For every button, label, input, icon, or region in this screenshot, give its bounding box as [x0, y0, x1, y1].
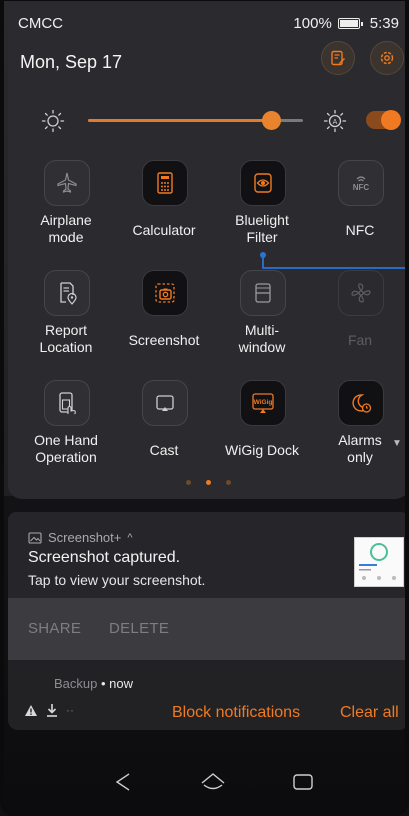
tile-report-location[interactable]: Report Location [18, 270, 114, 380]
status-right: 100% 5:39 [293, 15, 399, 32]
edit-button[interactable] [321, 41, 355, 75]
eye-icon [240, 160, 286, 206]
multi-window-icon [240, 270, 286, 316]
tile-fan: Fan [312, 270, 405, 380]
brightness-slider-fill [88, 119, 271, 122]
alarm-icon [338, 380, 384, 426]
brightness-slider[interactable] [88, 111, 303, 130]
brightness-row: A [8, 102, 405, 142]
home-button[interactable] [198, 767, 228, 797]
status-bar: CMCC 100% 5:39 [8, 2, 405, 42]
notification-header: Screenshot+ ^ [28, 530, 133, 545]
tile-label: NFC [345, 222, 375, 238]
tile-calculator[interactable]: Calculator [116, 160, 212, 270]
tile-label: Calculator [132, 222, 196, 238]
warning-icon [25, 704, 37, 716]
tile-airplane-mode[interactable]: Airplane mode [18, 160, 114, 270]
expand-caret-icon[interactable]: ▼ [392, 438, 402, 449]
tile-label: WiGig Dock [225, 442, 299, 458]
more-dots-icon: ·· [66, 703, 74, 717]
fan-icon [338, 270, 384, 316]
clock: 5:39 [369, 15, 399, 32]
tile-label: Airplane mode [40, 212, 92, 245]
home-icon [201, 773, 225, 790]
quick-settings-panel: CMCC 100% 5:39 Mon, Sep 17 A Airplane mo… [8, 2, 405, 499]
tile-multi-window[interactable]: Multi- window [214, 270, 310, 380]
brightness-low-icon [41, 109, 65, 133]
tile-label: Fan [347, 332, 373, 348]
tile-label: Report Location [39, 322, 93, 355]
navigation-bar [8, 747, 401, 816]
wigig-logo-text: WiGig [254, 399, 273, 406]
notification-text: Tap to view your screenshot. [28, 572, 206, 588]
svg-text:NFC: NFC [353, 183, 370, 192]
carrier-label: CMCC [18, 15, 63, 32]
backup-time: now [109, 676, 134, 691]
notification-title: Screenshot captured. [28, 549, 181, 566]
tile-label: Multi- window [238, 322, 286, 355]
block-notifications-button[interactable]: Block notifications [172, 704, 300, 722]
backup-notification[interactable]: Backup • now ·· Block notifications Clea… [8, 660, 405, 730]
tile-label: Bluelight Filter [235, 212, 289, 245]
gear-icon [380, 51, 394, 65]
back-button[interactable] [108, 767, 138, 797]
tile-label: Cast [149, 442, 179, 458]
phone-screen: CMCC 100% 5:39 Mon, Sep 17 A Airplane mo… [0, 0, 409, 816]
clear-all-button[interactable]: Clear all [340, 704, 399, 722]
tile-wigig-dock[interactable]: WiGig WiGig Dock [214, 380, 310, 490]
date-label: Mon, Sep 17 [20, 52, 123, 72]
recents-icon [293, 774, 313, 790]
page-dot[interactable] [186, 480, 191, 485]
report-location-icon [44, 270, 90, 316]
one-hand-icon [44, 380, 90, 426]
back-icon [115, 773, 130, 791]
nfc-icon: NFC [338, 160, 384, 206]
brightness-slider-thumb[interactable] [261, 111, 281, 130]
backup-header: Backup • now [54, 676, 134, 691]
download-icon [47, 704, 57, 717]
recents-button[interactable] [288, 767, 318, 797]
chevron-up-icon[interactable]: ^ [127, 532, 132, 544]
auto-brightness-icon: A [323, 109, 347, 133]
page-dot[interactable] [226, 480, 231, 485]
wigig-icon: WiGig [240, 380, 286, 426]
tile-bluelight-filter[interactable]: Bluelight Filter [214, 160, 310, 270]
tile-label: Screenshot [128, 332, 200, 348]
tile-label: One Hand Operation [34, 432, 98, 465]
screenshot-icon [142, 270, 188, 316]
airplane-icon [44, 160, 90, 206]
battery-percent: 100% [293, 15, 332, 32]
tile-alarms-only[interactable]: Alarms only [312, 380, 405, 490]
settings-button[interactable] [370, 41, 404, 75]
svg-text:A: A [333, 119, 338, 126]
tile-nfc[interactable]: NFC NFC [312, 160, 405, 270]
auto-brightness-toggle[interactable] [366, 110, 401, 130]
screenshot-notification[interactable]: Screenshot+ ^ Screenshot captured. Tap t… [8, 512, 405, 660]
delete-button[interactable]: DELETE [109, 620, 169, 637]
screenshot-thumbnail[interactable] [354, 537, 404, 587]
notification-app-name: Screenshot+ [48, 530, 122, 545]
notification-actions: SHARE DELETE [8, 598, 405, 660]
page-indicator [8, 480, 405, 485]
backup-app-name: Backup [54, 676, 98, 691]
battery-icon [337, 18, 363, 29]
tile-cast[interactable]: Cast [116, 380, 212, 490]
cast-icon [142, 380, 188, 426]
tile-one-hand-operation[interactable]: One Hand Operation [18, 380, 114, 490]
page-dot-active[interactable] [206, 480, 211, 485]
tile-screenshot[interactable]: Screenshot [116, 270, 212, 380]
backup-status-icons: ·· [24, 703, 74, 717]
calculator-icon [142, 160, 188, 206]
edit-icon [331, 50, 345, 66]
image-icon [28, 531, 42, 544]
share-button[interactable]: SHARE [28, 620, 81, 637]
toggle-knob [381, 110, 401, 130]
